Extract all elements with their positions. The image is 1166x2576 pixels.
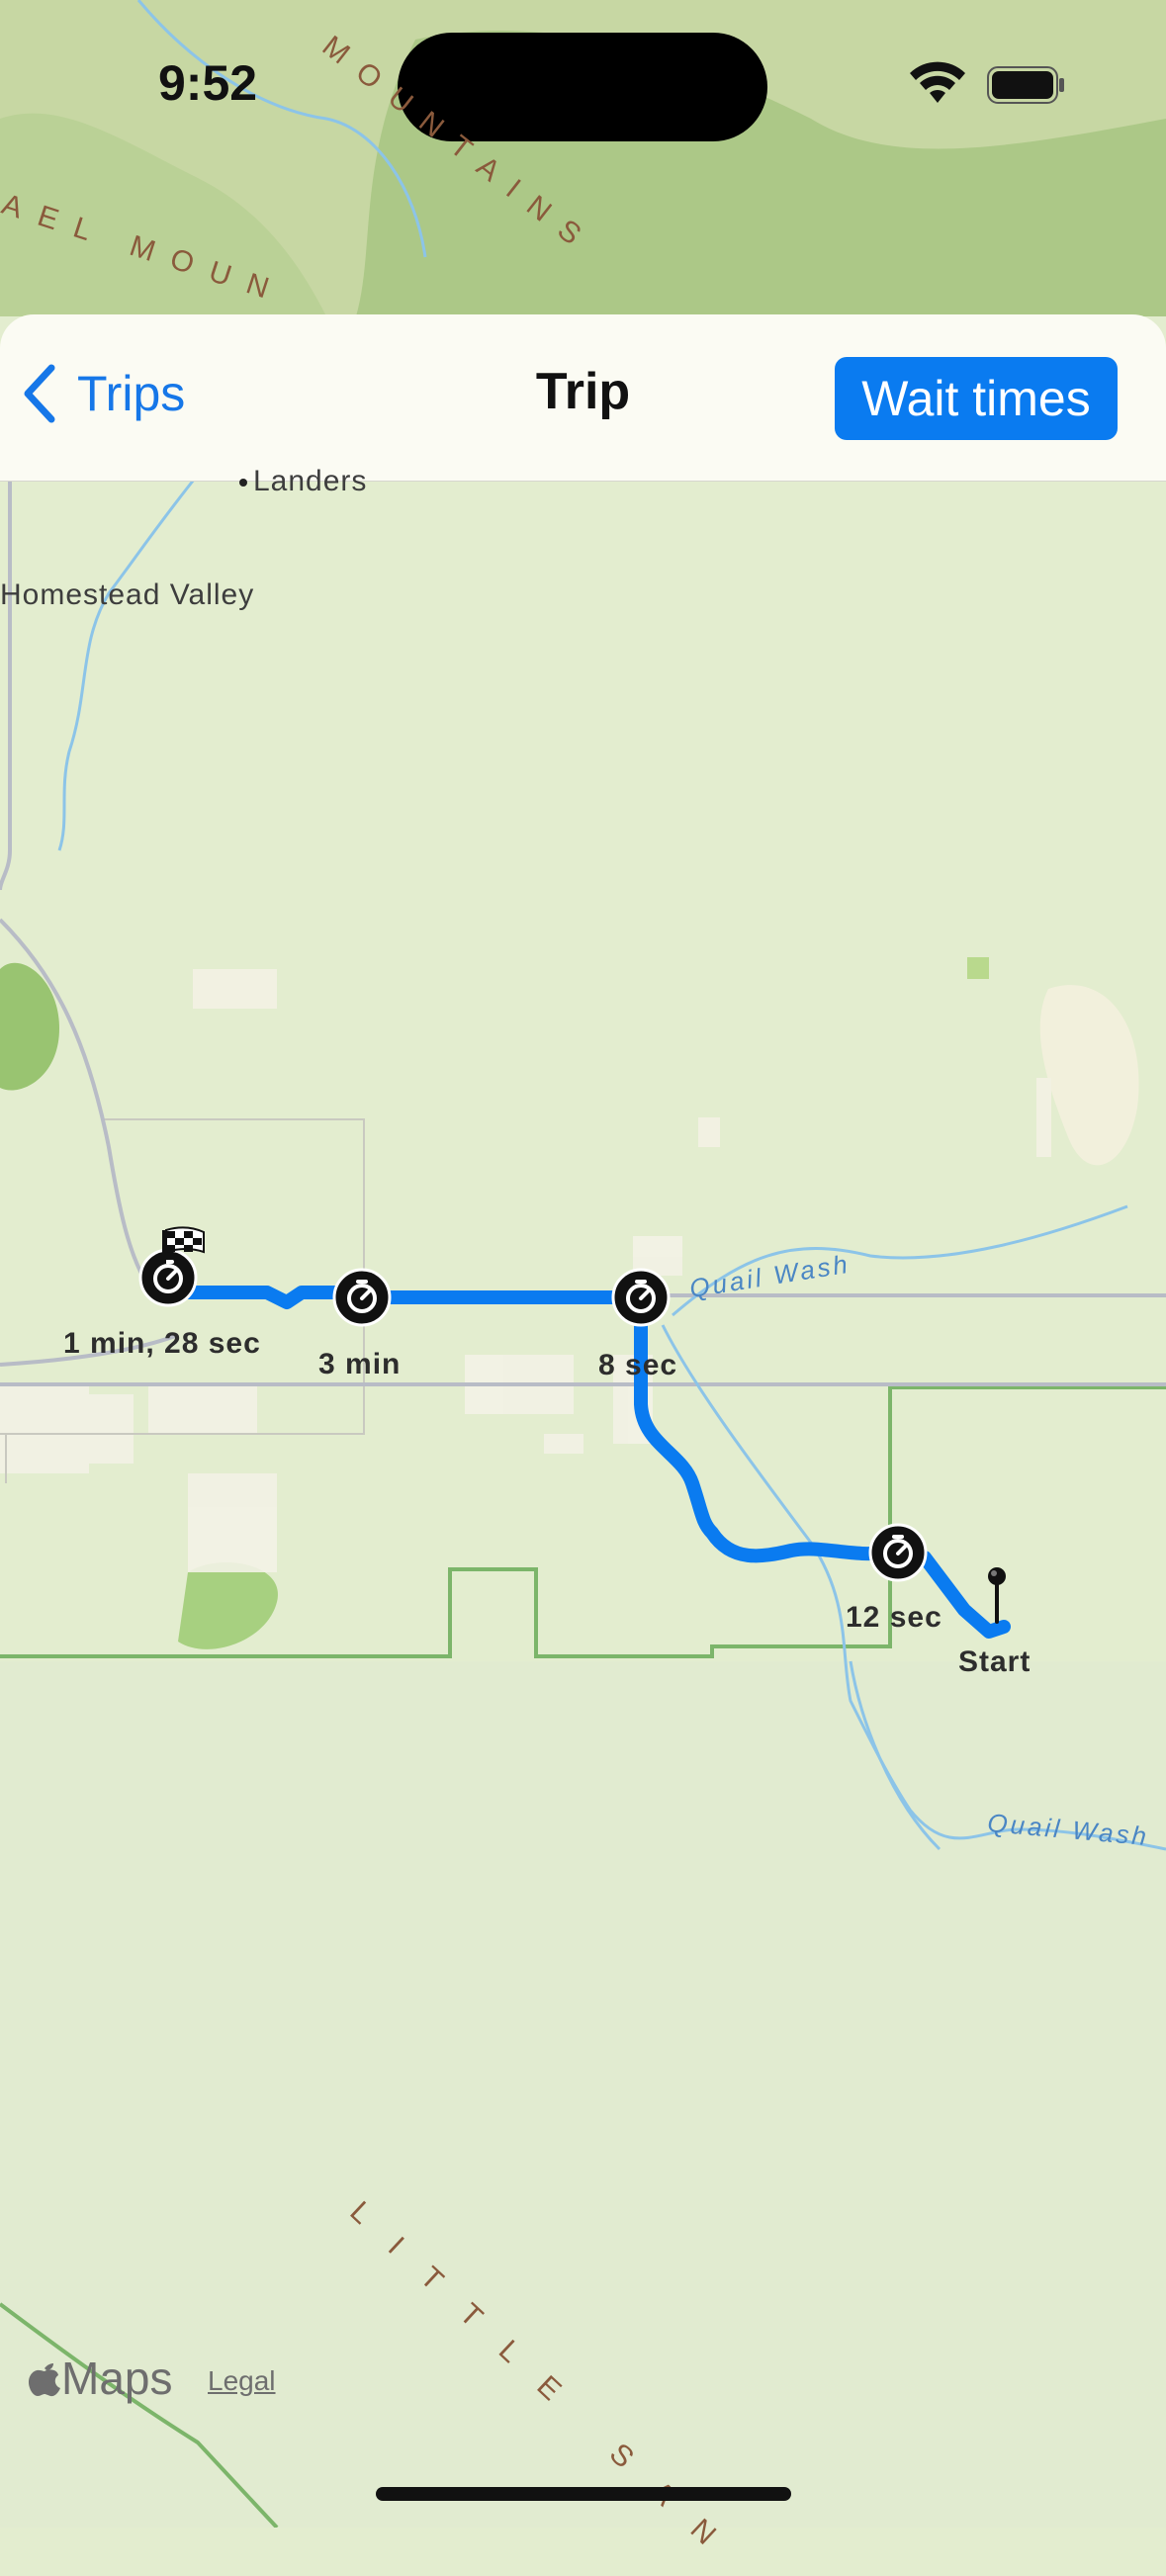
route-stop-label: 8 sec (598, 1349, 678, 1381)
wait-times-button[interactable]: Wait times (835, 357, 1118, 440)
timer-icon (611, 1268, 671, 1327)
maps-wordmark: Maps (61, 2353, 173, 2404)
place-label-homestead-valley: Homestead Valley (0, 578, 255, 611)
timer-icon (868, 1523, 928, 1582)
pin-icon[interactable] (985, 1564, 1009, 1624)
battery-icon (987, 66, 1064, 104)
timer-icon (332, 1268, 392, 1327)
route-stop[interactable] (332, 1268, 392, 1327)
route-stop-label: 3 min (318, 1348, 402, 1380)
route-stop[interactable] (868, 1523, 928, 1582)
route-stop-label: 1 min, 28 sec (63, 1327, 261, 1360)
apple-logo-icon (29, 2363, 60, 2397)
place-label-landers: Landers (239, 465, 367, 498)
navigation-bar: Trips Trip Wait times (0, 314, 1166, 482)
legal-link[interactable]: Legal (208, 2365, 276, 2397)
route-stop-label: 12 sec (846, 1601, 942, 1634)
status-time: 9:52 (158, 55, 258, 111)
checkered-flag-icon (162, 1226, 205, 1264)
home-indicator[interactable] (376, 2487, 791, 2501)
wifi-icon (910, 61, 965, 103)
start-label: Start (958, 1645, 1031, 1678)
route-stop[interactable] (611, 1268, 671, 1327)
maps-attribution: Maps (28, 2352, 172, 2405)
place-dot (239, 479, 247, 488)
status-bar: 9:52 (0, 0, 1166, 168)
